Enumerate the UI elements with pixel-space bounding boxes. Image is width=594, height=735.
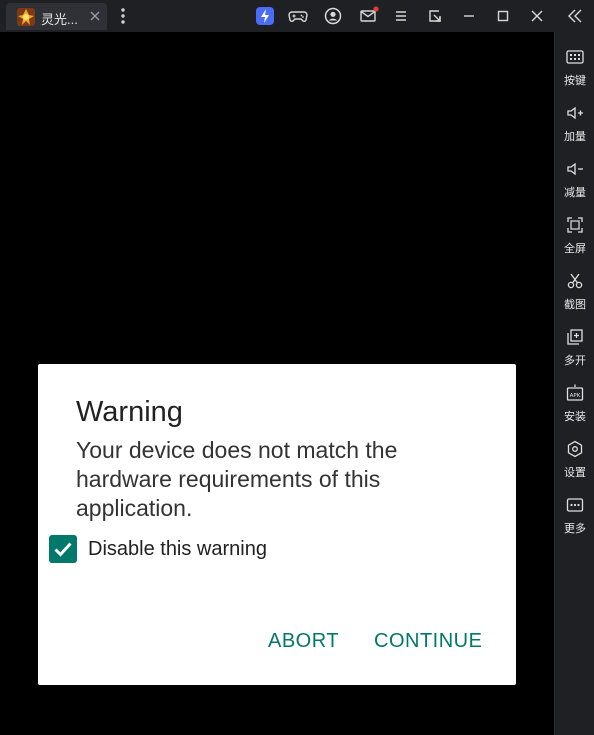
volume-up-icon: [567, 106, 583, 120]
sidebar-item-screenshot[interactable]: 截图: [555, 268, 594, 318]
gamepad-icon[interactable]: [287, 5, 309, 27]
sidebar-item-label: 多开: [564, 354, 586, 367]
warning-dialog: Warning Your device does not match the h…: [38, 364, 516, 685]
user-icon[interactable]: [322, 5, 344, 27]
dialog-title: Warning: [76, 396, 183, 428]
popout-icon[interactable]: [424, 5, 446, 27]
boost-icon[interactable]: [254, 5, 276, 27]
keyboard-icon: [566, 50, 584, 64]
checkmark-icon: [54, 542, 72, 557]
sidebar-item-label: 设置: [564, 466, 586, 479]
sidebar-item-label: 安装: [564, 410, 586, 423]
sidebar-item-label: 加量: [564, 130, 586, 143]
tab-close-icon[interactable]: [88, 9, 102, 23]
continue-button[interactable]: CONTINUE: [374, 630, 482, 653]
multi-instance-icon: [567, 329, 583, 345]
more-icon: [566, 498, 584, 512]
dialog-message: Your device does not match the hardware …: [76, 437, 398, 521]
sidebar-item-more[interactable]: 更多: [555, 492, 594, 542]
sidebar-item-fullscreen[interactable]: 全屏: [555, 212, 594, 262]
sidebar-item-label: 减量: [564, 186, 586, 199]
sidebar-item-label: 全屏: [564, 242, 586, 255]
close-icon[interactable]: [526, 5, 548, 27]
sidebar-item-volume-down[interactable]: 减量: [555, 156, 594, 206]
abort-button[interactable]: ABORT: [268, 630, 339, 653]
sidebar-item-label: 截图: [564, 298, 586, 311]
kebab-menu-icon[interactable]: [116, 7, 130, 25]
collapse-sidebar-icon[interactable]: [564, 5, 586, 27]
disable-warning-checkbox[interactable]: [49, 535, 77, 563]
scissors-icon: [567, 273, 583, 289]
menu-icon[interactable]: [390, 5, 412, 27]
checkbox-label: Disable this warning: [88, 538, 267, 560]
title-bar: 灵光...: [0, 0, 594, 32]
minimize-icon[interactable]: [458, 5, 480, 27]
fullscreen-icon: [567, 217, 583, 233]
sidebar-item-multi-instance[interactable]: 多开: [555, 324, 594, 374]
tab-title: 灵光...: [41, 12, 78, 27]
sidebar-item-install[interactable]: APK 安装: [555, 380, 594, 430]
sidebar-item-label: 更多: [564, 522, 586, 535]
volume-down-icon: [567, 162, 583, 176]
mail-icon[interactable]: [357, 5, 379, 27]
maximize-icon[interactable]: [492, 5, 514, 27]
sidebar-item-label: 按键: [564, 74, 586, 87]
game-app-icon: [17, 8, 35, 26]
settings-hexagon-icon: [567, 440, 583, 458]
sidebar-item-settings[interactable]: 设置: [555, 436, 594, 486]
svg-text:APK: APK: [570, 393, 581, 399]
app-tab[interactable]: 灵光...: [6, 3, 107, 30]
sidebar-item-volume-up[interactable]: 加量: [555, 100, 594, 150]
sidebar-item-keys[interactable]: 按键: [555, 44, 594, 94]
right-sidebar: 按键 加量 减量 全屏 截图 多开 APK 安装 设置 更多: [554, 32, 594, 735]
apk-install-icon: APK: [566, 384, 584, 401]
